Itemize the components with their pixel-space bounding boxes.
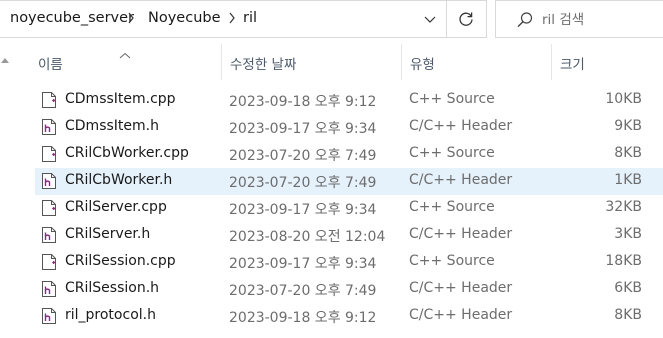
header-file-icon — [41, 280, 57, 298]
file-date: 2023-07-20 오후 7:49 — [229, 148, 377, 164]
file-name: CDmssItem.cpp — [65, 91, 176, 107]
file-date: 2023-09-18 오후 9:12 — [229, 94, 377, 110]
file-size: 1KB — [614, 172, 642, 188]
file-name: CRilCbWorker.h — [65, 172, 173, 188]
file-size: 8KB — [614, 145, 642, 161]
file-size: 3KB — [614, 226, 642, 242]
cpp-file-icon — [41, 91, 57, 109]
file-type: C++ Source — [409, 199, 495, 215]
chevron-right-icon[interactable] — [126, 11, 136, 25]
file-row[interactable]: CRilServer.h 2023-08-20 오전 12:04 C/C++ H… — [35, 222, 663, 249]
chevron-down-icon[interactable] — [423, 13, 437, 27]
refresh-button[interactable] — [447, 0, 487, 38]
file-name: CRilSession.cpp — [65, 253, 176, 269]
file-type: C/C++ Header — [409, 307, 513, 323]
file-date: 2023-09-17 오후 9:34 — [229, 202, 377, 218]
file-row[interactable]: CRilServer.cpp 2023-09-17 오후 9:34 C++ So… — [35, 195, 663, 222]
header-file-icon — [41, 118, 57, 136]
column-divider[interactable] — [401, 44, 402, 80]
file-size: 10KB — [605, 91, 642, 107]
column-headers: 이름 수정한 날짜 유형 크기 — [0, 44, 663, 80]
file-name: CRilCbWorker.cpp — [65, 145, 189, 161]
file-size: 32KB — [605, 199, 642, 215]
file-name: CRilSession.h — [65, 280, 160, 296]
breadcrumb-noyecube-server[interactable]: noyecube_server — [10, 10, 134, 26]
cpp-file-icon — [41, 145, 57, 163]
cpp-file-icon — [41, 199, 57, 217]
column-divider[interactable] — [551, 44, 552, 80]
file-type: C/C++ Header — [409, 226, 513, 242]
file-row[interactable]: CDmssItem.h 2023-09-17 오후 9:34 C/C++ Hea… — [35, 114, 663, 141]
file-name: CRilServer.h — [65, 226, 151, 242]
file-row[interactable]: CRilSession.cpp 2023-09-17 오후 9:34 C++ S… — [35, 249, 663, 276]
file-size: 9KB — [614, 118, 642, 134]
file-row[interactable]: ril_protocol.h 2023-09-18 오후 9:12 C/C++ … — [35, 303, 663, 330]
search-icon — [516, 11, 534, 29]
file-type: C/C++ Header — [409, 280, 513, 296]
file-row[interactable]: CRilCbWorker.cpp 2023-07-20 오후 7:49 C++ … — [35, 141, 663, 168]
address-bar[interactable]: noyecube_server Noyecube ril — [0, 0, 447, 38]
file-row[interactable]: CRilSession.h 2023-07-20 오후 7:49 C/C++ H… — [35, 276, 663, 303]
header-file-icon — [41, 172, 57, 190]
file-type: C++ Source — [409, 253, 495, 269]
chevron-right-icon[interactable] — [227, 11, 237, 25]
file-name: CDmssItem.h — [65, 118, 159, 134]
breadcrumb-ril[interactable]: ril — [243, 10, 257, 26]
column-header-size[interactable]: 크기 — [560, 44, 660, 80]
search-input[interactable] — [542, 9, 660, 31]
file-type: C++ Source — [409, 91, 495, 107]
file-type: C/C++ Header — [409, 172, 513, 188]
file-date: 2023-08-20 오전 12:04 — [229, 229, 386, 245]
header-file-icon — [41, 226, 57, 244]
breadcrumb-noyecube[interactable]: Noyecube — [148, 10, 221, 26]
file-date: 2023-09-18 오후 9:12 — [229, 310, 377, 326]
column-header-type[interactable]: 유형 — [410, 44, 548, 80]
file-size: 6KB — [614, 280, 642, 296]
file-name: ril_protocol.h — [65, 307, 156, 323]
column-header-name[interactable]: 이름 — [38, 44, 218, 80]
file-name: CRilServer.cpp — [65, 199, 167, 215]
column-divider[interactable] — [221, 44, 222, 80]
file-row-selected[interactable]: CRilCbWorker.h 2023-07-20 오후 7:49 C/C++ … — [35, 168, 663, 195]
file-date: 2023-09-17 오후 9:34 — [229, 256, 377, 272]
cpp-file-icon — [41, 253, 57, 271]
column-header-date[interactable]: 수정한 날짜 — [230, 44, 398, 80]
search-box[interactable] — [495, 0, 663, 38]
file-type: C/C++ Header — [409, 118, 513, 134]
file-date: 2023-07-20 오후 7:49 — [229, 283, 377, 299]
file-type: C++ Source — [409, 145, 495, 161]
header-file-icon — [41, 307, 57, 325]
file-date: 2023-09-17 오후 9:34 — [229, 121, 377, 137]
nav-pane-scrollbar[interactable] — [0, 44, 10, 338]
address-toolbar: noyecube_server Noyecube ril — [0, 0, 663, 38]
file-row[interactable]: CDmssItem.cpp 2023-09-18 오후 9:12 C++ Sou… — [35, 87, 663, 114]
file-size: 18KB — [605, 253, 642, 269]
file-size: 8KB — [614, 307, 642, 323]
file-date: 2023-07-20 오후 7:49 — [229, 175, 377, 191]
